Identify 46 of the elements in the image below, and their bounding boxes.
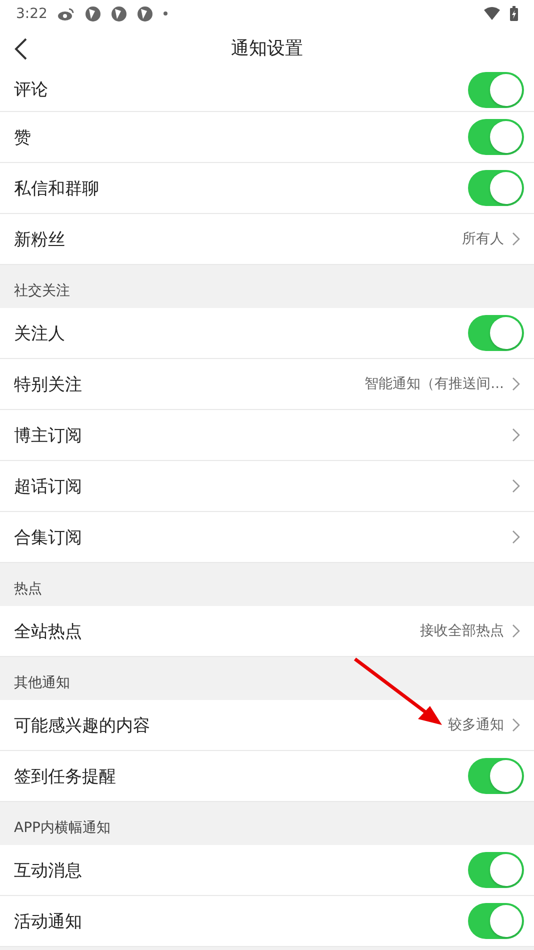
setting-value: 智能通知（有推送间... [364,375,504,393]
aperture-icon [137,6,154,22]
chevron-icon[interactable] [512,530,520,544]
chevron-icon[interactable] [512,718,520,732]
setting-label: 合集订阅 [14,526,83,548]
setting-label: 互动消息 [14,860,83,882]
chevron-icon[interactable] [512,428,520,442]
setting-value: 接收全部热点 [420,622,504,640]
setting-label: 关注人 [14,322,66,344]
setting-label: 活动通知 [14,910,83,932]
setting-label: 签到任务提醒 [14,766,117,788]
section-title: 热点 [14,580,42,598]
chevron-icon[interactable] [512,377,520,391]
toggle-switch[interactable] [468,852,524,888]
battery-icon [510,6,518,21]
toggle-switch[interactable] [468,315,524,351]
clock: 3:22 [16,6,48,22]
setting-label: 特别关注 [14,374,83,396]
back-icon[interactable] [14,38,28,60]
chevron-icon[interactable] [512,624,520,638]
toggle-switch[interactable] [468,72,524,108]
setting-label: 评论 [14,79,49,101]
setting-label: 新粉丝 [14,228,66,250]
setting-label: 博主订阅 [14,424,83,446]
aperture-icon [111,6,128,22]
section-title: APP内横幅通知 [14,819,110,837]
notification-icon [57,6,76,20]
toggle-switch[interactable] [468,758,524,794]
chevron-icon[interactable] [512,479,520,493]
setting-label: 私信和群聊 [14,178,100,200]
setting-label: 可能感兴趣的内容 [14,714,151,736]
setting-label: 赞 [14,126,32,148]
setting-value: 所有人 [462,230,504,248]
toggle-switch[interactable] [468,170,524,206]
setting-label: 超话订阅 [14,476,83,498]
section-title: 社交关注 [14,282,70,300]
toggle-switch[interactable] [468,119,524,155]
aperture-icon [85,6,102,22]
toggle-switch[interactable] [468,903,524,939]
chevron-icon[interactable] [512,232,520,246]
wifi-icon [484,7,500,20]
setting-label: 全站热点 [14,620,83,642]
dot-icon [163,11,168,16]
page-title: 通知设置 [231,36,303,60]
section-title: 其他通知 [14,674,70,692]
setting-value: 较多通知 [448,716,504,734]
